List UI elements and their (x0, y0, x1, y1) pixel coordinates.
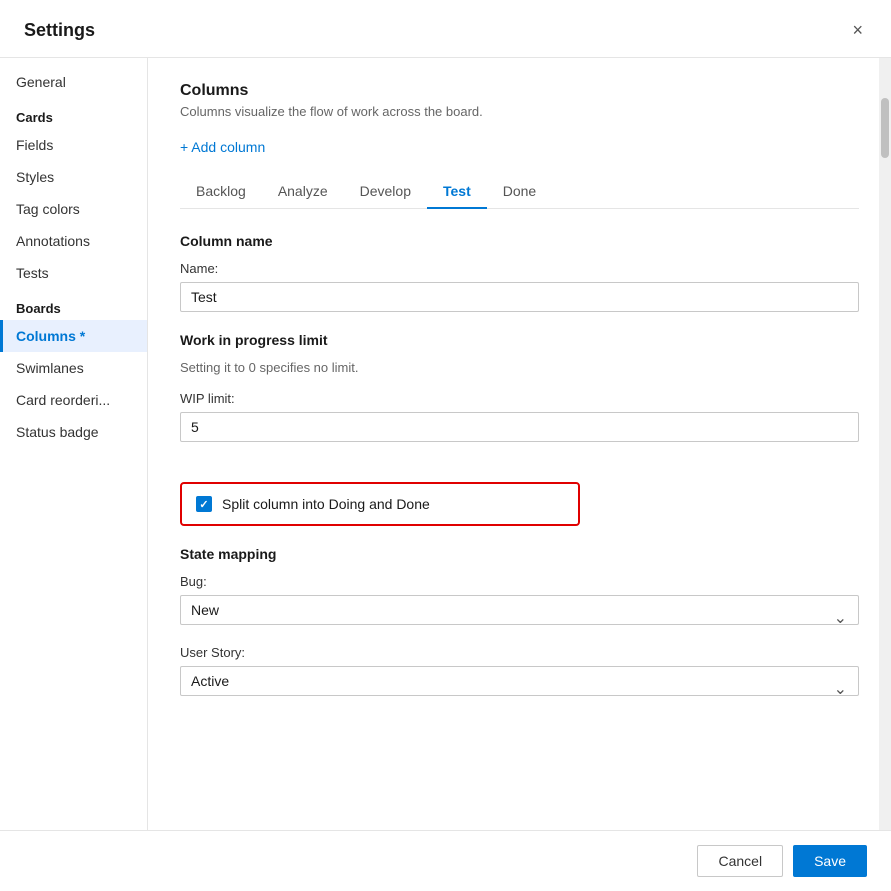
sidebar-item-swimlanes[interactable]: Swimlanes (0, 352, 147, 384)
save-button[interactable]: Save (793, 845, 867, 877)
add-column-button[interactable]: + Add column (180, 135, 265, 159)
sidebar-item-general[interactable]: General (0, 66, 147, 98)
sidebar-item-styles[interactable]: Styles (0, 161, 147, 193)
dialog-header: Settings × (0, 0, 891, 58)
checkmark-icon: ✓ (199, 498, 208, 511)
sidebar-section-cards: Cards (0, 98, 147, 129)
main-content: Columns Columns visualize the flow of wo… (148, 58, 891, 830)
sidebar: General Cards Fields Styles Tag colors A… (0, 58, 148, 830)
sidebar-section-boards: Boards (0, 289, 147, 320)
wip-section: Work in progress limit Setting it to 0 s… (180, 332, 859, 462)
sidebar-item-card-reordering[interactable]: Card reorderi... (0, 384, 147, 416)
scrollbar-thumb[interactable] (881, 98, 889, 158)
cancel-button[interactable]: Cancel (697, 845, 783, 877)
scrollbar-track[interactable] (879, 58, 891, 830)
dialog-body: General Cards Fields Styles Tag colors A… (0, 58, 891, 830)
tab-develop[interactable]: Develop (344, 175, 427, 209)
wip-field-label: WIP limit: (180, 391, 859, 406)
column-name-section-title: Column name (180, 233, 859, 249)
tab-test[interactable]: Test (427, 175, 487, 209)
column-tabs: Backlog Analyze Develop Test Done (180, 175, 859, 209)
bug-field-label: Bug: (180, 574, 859, 589)
split-column-row[interactable]: ✓ Split column into Doing and Done (180, 482, 580, 526)
bug-select-wrapper: New Active Resolved Closed (180, 595, 859, 641)
settings-dialog: Settings × General Cards Fields Styles T… (0, 0, 891, 891)
wip-section-title: Work in progress limit (180, 332, 859, 348)
wip-input[interactable] (180, 412, 859, 442)
user-story-select[interactable]: New Active Resolved Closed (180, 666, 859, 696)
split-column-label[interactable]: Split column into Doing and Done (222, 496, 430, 512)
sidebar-item-annotations[interactable]: Annotations (0, 225, 147, 257)
close-button[interactable]: × (844, 16, 871, 45)
user-story-field-label: User Story: (180, 645, 859, 660)
state-mapping-section-title: State mapping (180, 546, 859, 562)
sidebar-item-status-badge[interactable]: Status badge (0, 416, 147, 448)
sidebar-item-fields[interactable]: Fields (0, 129, 147, 161)
dialog-title: Settings (24, 20, 95, 41)
wip-section-desc: Setting it to 0 specifies no limit. (180, 360, 859, 375)
sidebar-item-columns[interactable]: Columns * (0, 320, 147, 352)
split-column-checkbox[interactable]: ✓ (196, 496, 212, 512)
column-name-input[interactable] (180, 282, 859, 312)
tab-backlog[interactable]: Backlog (180, 175, 262, 209)
user-story-select-wrapper: New Active Resolved Closed (180, 666, 859, 712)
sidebar-item-tests[interactable]: Tests (0, 257, 147, 289)
columns-section-desc: Columns visualize the flow of work acros… (180, 104, 859, 119)
sidebar-item-tag-colors[interactable]: Tag colors (0, 193, 147, 225)
dialog-footer: Cancel Save (0, 830, 891, 891)
bug-select[interactable]: New Active Resolved Closed (180, 595, 859, 625)
tab-analyze[interactable]: Analyze (262, 175, 344, 209)
columns-section-title: Columns (180, 82, 859, 100)
tab-done[interactable]: Done (487, 175, 552, 209)
name-field-label: Name: (180, 261, 859, 276)
